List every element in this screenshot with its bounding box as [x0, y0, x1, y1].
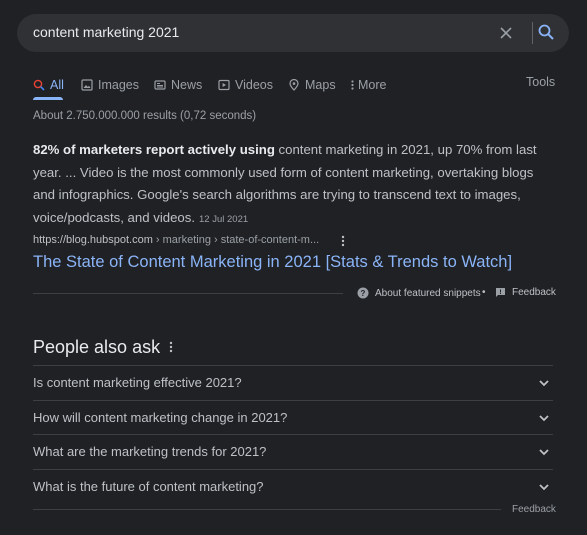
snippet-highlight: 82% of marketers report actively using: [33, 142, 275, 157]
tab-label: News: [171, 78, 203, 92]
divider: [33, 293, 343, 294]
feedback-link[interactable]: Feedback: [495, 287, 556, 298]
divider: [33, 509, 501, 510]
paa-question[interactable]: How will content marketing change in 202…: [33, 399, 553, 435]
chevron-down-icon: [539, 380, 549, 387]
result-cite: https://blog.hubspot.com › marketing › s…: [33, 234, 319, 246]
paa-question-text: What are the marketing trends for 2021?: [33, 444, 267, 459]
search-divider: [532, 22, 533, 44]
tab-more[interactable]: More: [350, 75, 386, 95]
feedback-label: Feedback: [512, 287, 556, 298]
clear-icon[interactable]: [498, 25, 514, 41]
tab-label: Videos: [235, 78, 273, 92]
paa-question[interactable]: What is the future of content marketing?: [33, 468, 553, 504]
news-icon: [154, 80, 166, 90]
chevron-down-icon: [539, 449, 549, 456]
active-tab-indicator: [33, 97, 63, 100]
paa-feedback-link[interactable]: Feedback: [512, 504, 556, 515]
chevron-down-icon: [539, 483, 549, 490]
tab-label: All: [50, 78, 64, 92]
search-icon: [33, 79, 45, 91]
tab-label: Maps: [305, 78, 336, 92]
map-pin-icon: [289, 79, 299, 91]
search-icon[interactable]: [537, 23, 555, 41]
chevron-down-icon: [539, 414, 549, 421]
people-also-ask-title: People also ask: [33, 337, 161, 357]
more-vert-icon[interactable]: [168, 340, 174, 354]
about-label: About featured snippets: [375, 287, 481, 299]
more-vert-icon: [351, 80, 354, 90]
result-path: › marketing › state-of-content-m...: [152, 234, 320, 246]
tab-images[interactable]: Images: [81, 75, 139, 95]
tools-button[interactable]: Tools: [526, 75, 555, 89]
tab-maps[interactable]: Maps: [288, 75, 336, 95]
help-icon: ?: [357, 287, 369, 299]
search-bar[interactable]: content marketing 2021: [17, 14, 569, 52]
result-title-link[interactable]: The State of Content Marketing in 2021 […: [33, 253, 512, 272]
result-domain: https://blog.hubspot.com: [33, 234, 153, 246]
feedback-icon: [496, 288, 505, 297]
separator-dot: •: [482, 287, 486, 298]
featured-snippet: 82% of marketers report actively using c…: [33, 139, 555, 231]
about-featured-snippets-link[interactable]: ? About featured snippets: [357, 287, 481, 299]
search-input[interactable]: content marketing 2021: [33, 24, 179, 40]
svg-text:?: ?: [361, 289, 366, 298]
people-also-ask-list: Is content marketing effective 2021? How…: [33, 365, 553, 503]
paa-question-text: How will content marketing change in 202…: [33, 409, 288, 425]
paa-question-text: What is the future of content marketing?: [33, 478, 264, 494]
paa-question[interactable]: What are the marketing trends for 2021?: [33, 434, 553, 469]
results-count: About 2.750.000.000 results (0,72 second…: [33, 110, 257, 122]
tab-label: Images: [98, 78, 139, 92]
tab-news[interactable]: News: [154, 75, 202, 95]
video-icon: [218, 79, 230, 91]
paa-question-text: Is content marketing effective 2021?: [33, 375, 242, 390]
tab-all[interactable]: All: [33, 75, 64, 95]
tab-label: More: [358, 78, 387, 92]
image-icon: [81, 79, 93, 91]
paa-question[interactable]: Is content marketing effective 2021?: [33, 365, 553, 400]
snippet-date: 12 Jul 2021: [199, 213, 249, 225]
more-vert-icon[interactable]: [340, 234, 346, 248]
tab-videos[interactable]: Videos: [218, 75, 273, 95]
